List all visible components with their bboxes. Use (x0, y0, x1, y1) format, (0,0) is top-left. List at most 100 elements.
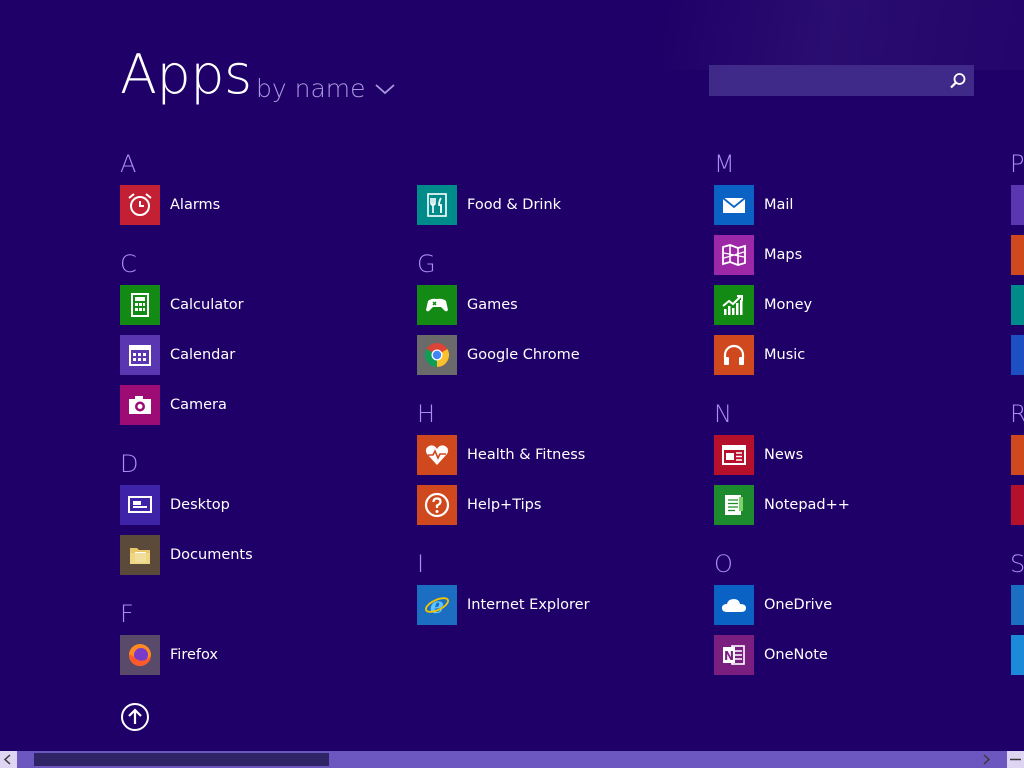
app-internet-explorer[interactable]: e Internet Explorer (417, 585, 590, 625)
zoom-out-icon[interactable] (1007, 751, 1024, 768)
partial-app-tile[interactable] (1011, 185, 1024, 225)
app-notepad-plus-plus[interactable]: Notepad++ (714, 485, 850, 525)
app-name: Desktop (170, 497, 230, 513)
partial-app-tile[interactable] (1011, 635, 1024, 675)
group-letter-a[interactable]: A (120, 152, 136, 176)
app-mail[interactable]: Mail (714, 185, 793, 225)
mail-icon (714, 185, 754, 225)
app-name: Mail (764, 197, 794, 213)
app-name: Games (467, 297, 518, 313)
partial-app-tile[interactable] (1011, 285, 1024, 325)
app-name: Internet Explorer (467, 597, 590, 613)
group-letter-r[interactable]: R (1010, 402, 1024, 426)
group-letter-m[interactable]: M (714, 152, 735, 176)
app-name: Food & Drink (467, 197, 562, 213)
app-name: OneDrive (764, 597, 833, 613)
app-name: Health & Fitness (467, 447, 586, 463)
app-name: News (764, 447, 804, 463)
internet-explorer-icon: e (417, 585, 457, 625)
gamepad-icon (417, 285, 457, 325)
question-icon (417, 485, 457, 525)
app-name: Help+Tips (467, 497, 542, 513)
alarm-clock-icon (120, 185, 160, 225)
scroll-left-icon[interactable] (0, 751, 17, 768)
folder-icon (120, 535, 160, 575)
group-letter-o[interactable]: O (714, 552, 733, 576)
svg-text:e: e (430, 593, 444, 619)
app-name: Calendar (170, 347, 236, 363)
desktop-icon (120, 485, 160, 525)
cloud-icon (714, 585, 754, 625)
partial-app-tile[interactable] (1011, 585, 1024, 625)
app-alarms[interactable]: Alarms (120, 185, 220, 225)
partial-app-tile[interactable] (1011, 235, 1024, 275)
app-name: Maps (764, 247, 803, 263)
search-box[interactable] (709, 65, 974, 96)
app-maps[interactable]: Maps (714, 235, 802, 275)
newspaper-icon (714, 435, 754, 475)
calendar-icon (120, 335, 160, 375)
background-glow (664, 0, 1024, 70)
chart-icon (714, 285, 754, 325)
scrollbar-thumb[interactable] (34, 753, 329, 766)
app-documents[interactable]: Documents (120, 535, 253, 575)
app-name: Notepad++ (764, 497, 850, 513)
app-name: Calculator (170, 297, 244, 313)
app-camera[interactable]: Camera (120, 385, 227, 425)
app-name: OneNote (764, 647, 828, 663)
group-letter-h[interactable]: H (417, 402, 435, 426)
notepad-icon (714, 485, 754, 525)
camera-icon (120, 385, 160, 425)
horizontal-scrollbar[interactable] (0, 751, 1024, 768)
group-letter-i[interactable]: I (417, 552, 424, 576)
app-name: Camera (170, 397, 227, 413)
page-title: Apps (120, 43, 252, 106)
app-music[interactable]: Music (714, 335, 805, 375)
heart-pulse-icon (417, 435, 457, 475)
app-food-drink[interactable]: Food & Drink (417, 185, 561, 225)
group-letter-c[interactable]: C (120, 252, 137, 276)
app-health-fitness[interactable]: Health & Fitness (417, 435, 585, 475)
app-name: Documents (170, 547, 253, 563)
onenote-icon: N (714, 635, 754, 675)
calculator-icon (120, 285, 160, 325)
group-letter-s[interactable]: S (1010, 552, 1024, 576)
app-games[interactable]: Games (417, 285, 518, 325)
app-name: Music (764, 347, 806, 363)
app-onedrive[interactable]: OneDrive (714, 585, 832, 625)
app-desktop[interactable]: Desktop (120, 485, 230, 525)
app-name: Money (764, 297, 813, 313)
group-letter-p[interactable]: P (1010, 152, 1024, 176)
partial-app-tile[interactable] (1011, 485, 1024, 525)
firefox-icon (120, 635, 160, 675)
chevron-down-icon (374, 83, 395, 94)
app-name: Firefox (170, 647, 218, 663)
group-letter-n[interactable]: N (714, 402, 732, 426)
app-news[interactable]: News (714, 435, 803, 475)
map-icon (714, 235, 754, 275)
app-calendar[interactable]: Calendar (120, 335, 235, 375)
partial-app-tile[interactable] (1011, 335, 1024, 375)
partial-app-tile[interactable] (1011, 435, 1024, 475)
sort-dropdown[interactable]: by name (256, 76, 396, 101)
search-input[interactable] (709, 65, 944, 96)
app-money[interactable]: Money (714, 285, 812, 325)
app-calculator[interactable]: Calculator (120, 285, 244, 325)
app-onenote[interactable]: N OneNote (714, 635, 828, 675)
group-letter-d[interactable]: D (120, 452, 138, 476)
chrome-icon (417, 335, 457, 375)
scroll-right-icon[interactable] (977, 751, 994, 768)
group-letter-g[interactable]: G (417, 252, 436, 276)
app-help-tips[interactable]: Help+Tips (417, 485, 541, 525)
fork-knife-icon (417, 185, 457, 225)
search-icon[interactable] (948, 71, 968, 91)
headphones-icon (714, 335, 754, 375)
app-name: Alarms (170, 197, 221, 213)
group-letter-f[interactable]: F (120, 602, 134, 626)
app-name: Google Chrome (467, 347, 580, 363)
app-google-chrome[interactable]: Google Chrome (417, 335, 580, 375)
arrow-up-icon[interactable] (120, 702, 150, 732)
svg-text:N: N (724, 649, 734, 663)
app-firefox[interactable]: Firefox (120, 635, 218, 675)
sort-label: by name (256, 74, 366, 103)
